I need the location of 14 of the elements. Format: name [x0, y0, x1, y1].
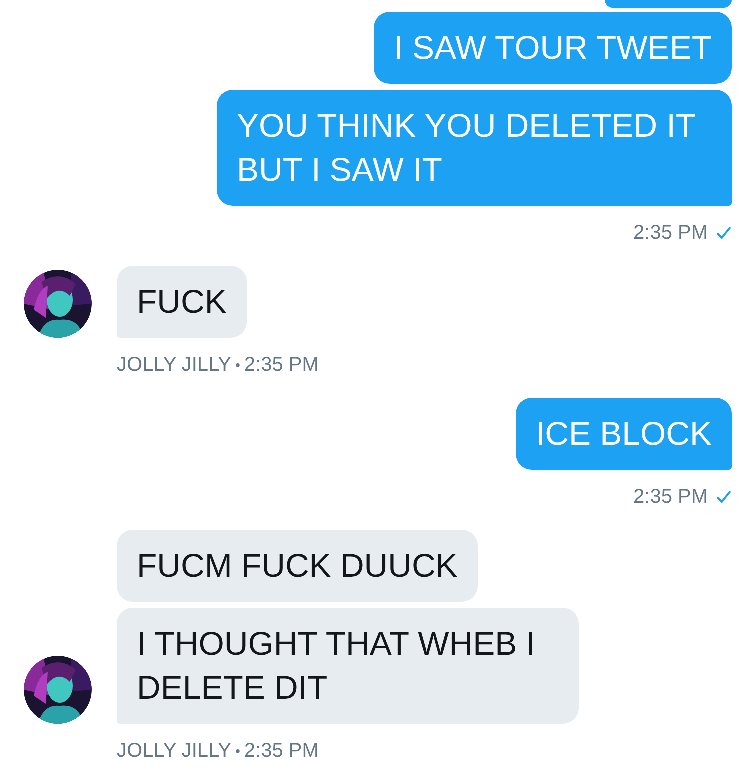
- message-bubble: YOU THINK YOU DELETED IT BUT I SAW IT: [217, 90, 732, 206]
- separator-dot: •: [236, 356, 240, 375]
- sender-name: JOLLY JILLY: [117, 354, 232, 376]
- message-bubble: I SAW TOUR TWEET: [374, 12, 732, 84]
- timestamp: 2:35 PM: [634, 222, 708, 244]
- timestamp: 2:35 PM: [244, 354, 319, 376]
- message-bubble: FUCK: [117, 266, 247, 338]
- sender-name: JOLLY JILLY: [117, 740, 232, 762]
- timestamp: 2:35 PM: [634, 486, 708, 508]
- separator-dot: •: [236, 742, 240, 761]
- message-bubble: ICE BLOCK: [516, 398, 732, 470]
- timestamp: 2:35 PM: [244, 740, 319, 762]
- message-bubble: FUCM FUCK DUUCK: [117, 530, 478, 602]
- message-bubble: I THOUGHT THAT WHEB I DELETE DIT: [117, 608, 579, 724]
